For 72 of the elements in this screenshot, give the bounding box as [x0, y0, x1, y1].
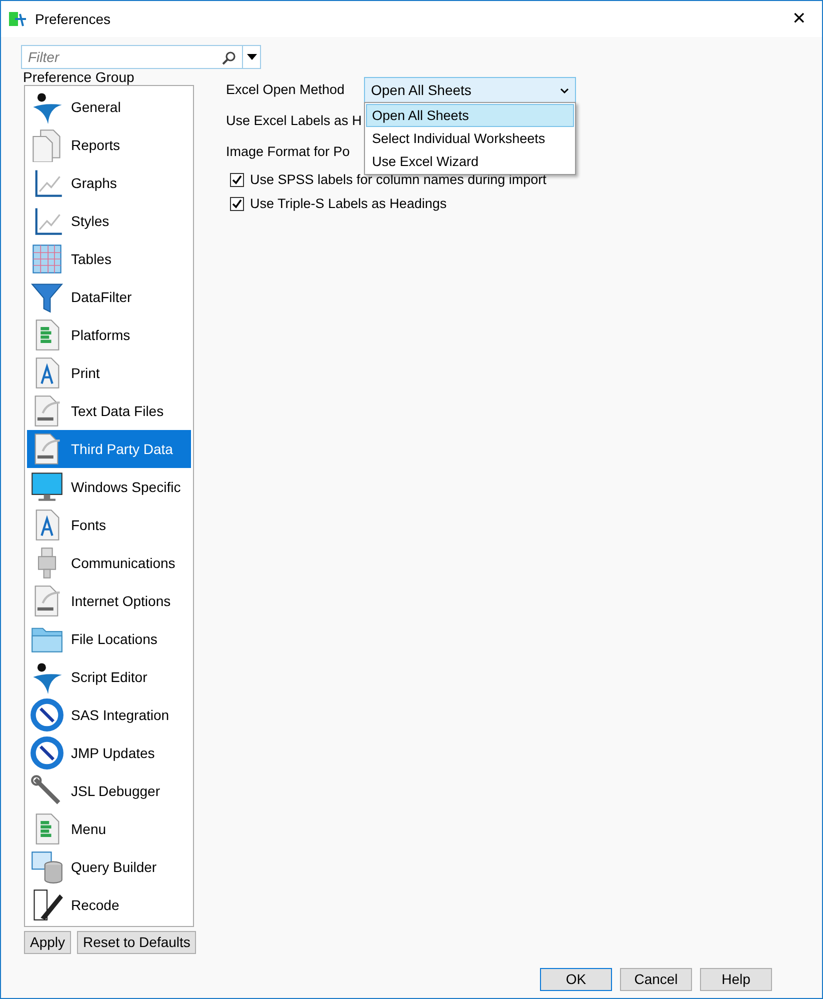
item-label: Script Editor: [71, 668, 148, 687]
select-value: Open All Sheets: [371, 81, 472, 100]
filter-box[interactable]: Filter: [21, 45, 261, 69]
option-label: Image Format for Po: [226, 143, 351, 162]
item-label: Platforms: [71, 326, 130, 344]
list-item[interactable]: Menu: [27, 810, 191, 848]
group-label: Preference Group: [23, 69, 136, 85]
checkbox-label: Use SPSS labels for column names during import: [250, 170, 546, 189]
list-item[interactable]: File Locations: [27, 620, 191, 658]
item-label: SAS Integration: [71, 706, 170, 725]
item-label: Third Party Data: [71, 440, 173, 459]
dialog-button[interactable]: OK: [540, 968, 612, 990]
item-label: General: [71, 98, 121, 116]
list-item[interactable]: Styles: [27, 202, 191, 240]
app-icon: [9, 11, 27, 27]
dialog-button[interactable]: Help: [700, 968, 772, 990]
list-item[interactable]: Platforms: [27, 316, 191, 354]
list-item[interactable]: Script Editor: [27, 658, 191, 696]
item-label: Reports: [71, 136, 120, 155]
item-label: Menu: [71, 820, 106, 838]
list-item[interactable]: Recode: [27, 886, 191, 924]
item-label: Windows Specific: [71, 478, 181, 497]
dropdown-option[interactable]: Select Individual Worksheets: [366, 127, 574, 150]
group-button[interactable]: Reset to Defaults: [77, 931, 196, 954]
list-item[interactable]: Fonts: [27, 506, 191, 544]
database-icon: [29, 850, 65, 884]
checkbox[interactable]: [230, 197, 244, 211]
item-label: Graphs: [71, 174, 117, 193]
list-item[interactable]: DataFilter: [27, 278, 191, 316]
window-title: Preferences: [35, 10, 112, 28]
group-button[interactable]: Apply: [24, 931, 72, 954]
option-label: Excel Open Method: [226, 81, 346, 100]
list-item[interactable]: Windows Specific: [27, 468, 191, 506]
option-label: Use Excel Labels as H: [226, 112, 362, 130]
list-item[interactable]: Communications: [27, 544, 191, 582]
list-item[interactable]: Third Party Data: [27, 430, 191, 468]
item-label: Recode: [71, 896, 120, 914]
item-label: Internet Options: [71, 592, 171, 611]
list-item[interactable]: Reports: [27, 126, 191, 164]
item-label: Query Builder: [71, 858, 157, 877]
monitor-icon: [29, 470, 65, 504]
item-label: JMP Updates: [71, 744, 155, 763]
list-item[interactable]: Graphs: [27, 164, 191, 202]
item-label: Communications: [71, 554, 176, 572]
item-label: Styles: [71, 212, 110, 231]
close-button[interactable]: ✕: [784, 6, 814, 32]
list-item[interactable]: Query Builder: [27, 848, 191, 886]
item-label: File Locations: [71, 630, 158, 648]
dropdown-button[interactable]: [242, 46, 260, 68]
item-label: DataFilter: [71, 288, 132, 306]
caret-icon: [246, 54, 256, 60]
list-item[interactable]: Internet Options: [27, 582, 191, 620]
search-icon: [222, 51, 236, 65]
select-field[interactable]: Open All Sheets: [364, 77, 576, 104]
dialog-button[interactable]: Cancel: [620, 968, 692, 990]
list-item[interactable]: Text Data Files: [27, 392, 191, 430]
list-item[interactable]: Tables: [27, 240, 191, 278]
checkbox[interactable]: [230, 173, 244, 187]
list-item[interactable]: JMP Updates: [27, 734, 191, 772]
item-label: Tables: [71, 250, 112, 268]
item-label: Text Data Files: [71, 402, 164, 420]
list-item[interactable]: General: [27, 88, 191, 126]
item-label: Print: [71, 364, 100, 382]
list-item[interactable]: Print: [27, 354, 191, 392]
list-item[interactable]: SAS Integration: [27, 696, 191, 734]
checkbox-label: Use Triple-S Labels as Headings: [250, 194, 447, 213]
item-label: Fonts: [71, 516, 106, 534]
dropdown-option[interactable]: Use Excel Wizard: [366, 150, 574, 173]
chevron-icon: [560, 88, 569, 94]
item-label: JSL Debugger: [71, 782, 160, 801]
dropdown-option[interactable]: Open All Sheets: [366, 104, 574, 127]
list-item[interactable]: JSL Debugger: [27, 772, 191, 810]
